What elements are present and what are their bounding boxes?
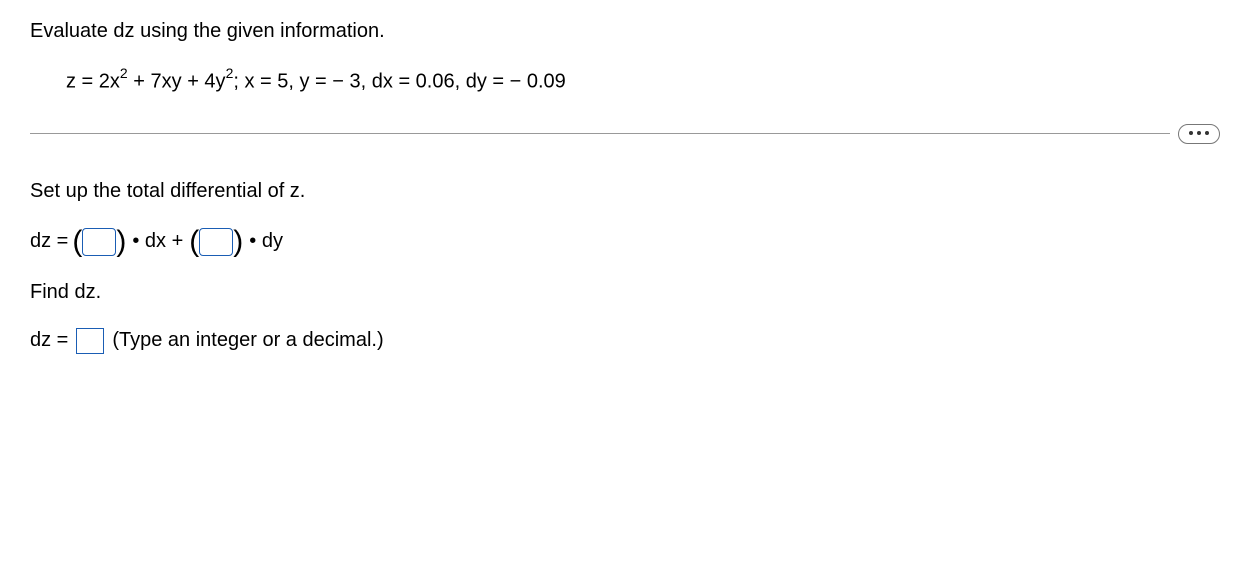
ellipsis-icon [1189,131,1193,135]
right-paren: ) [116,227,126,257]
dx-coefficient-group: ( ) [72,227,126,257]
left-paren: ( [72,227,82,257]
dot-dx: • dx + [132,230,183,253]
prompt-text: Evaluate dz using the given information. [30,20,385,42]
left-paren: ( [189,227,199,257]
answer-prefix: dz = [30,329,68,352]
eq-values: ; x = 5, y = − 3, dx = 0.06, dy = − 0.09 [233,71,565,93]
divider-line [30,133,1170,134]
dz-prefix: dz = [30,230,68,253]
ellipsis-icon [1197,131,1201,135]
dy-coefficient-input[interactable] [199,228,233,256]
dz-answer-input[interactable] [76,328,104,354]
right-paren: ) [233,227,243,257]
section-divider [30,124,1224,144]
eq-exp2: 2 [226,65,234,81]
setup-text: Set up the total differential of z. [30,180,305,202]
ellipsis-icon [1205,131,1209,135]
more-options-button[interactable] [1178,124,1220,144]
answer-hint: (Type an integer or a decimal.) [112,329,383,352]
problem-prompt: Evaluate dz using the given information. [30,20,1224,43]
eq-z: z = 2x [66,71,120,93]
find-text: Find dz. [30,281,101,303]
dx-coefficient-input[interactable] [82,228,116,256]
differential-equation: dz = ( ) • dx + ( ) • dy [30,227,1224,257]
find-instruction: Find dz. [30,281,1224,304]
dot-dy: • dy [249,230,283,253]
eq-exp1: 2 [120,65,128,81]
setup-instruction: Set up the total differential of z. [30,180,1224,203]
eq-mid: + 7xy + 4y [128,71,226,93]
dy-coefficient-group: ( ) [189,227,243,257]
answer-row: dz = (Type an integer or a decimal.) [30,328,1224,354]
given-equation: z = 2x2 + 7xy + 4y2; x = 5, y = − 3, dx … [66,67,1224,94]
